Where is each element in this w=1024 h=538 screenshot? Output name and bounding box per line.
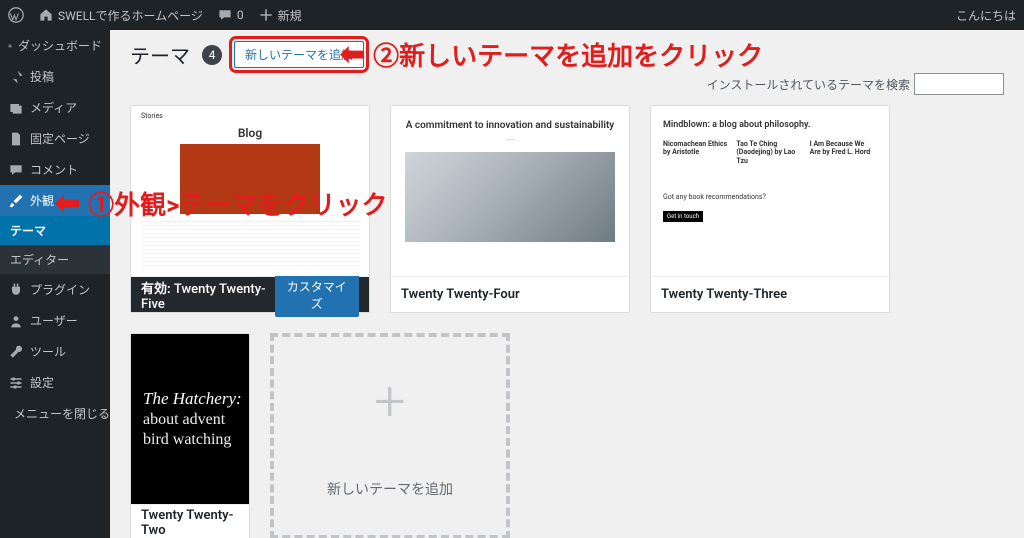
theme-search-row: インストールされているテーマを検索 [130,73,1004,95]
theme-thumbnail: A commitment to innovation and sustainab… [391,106,629,276]
wp-logo[interactable] [8,7,24,23]
thumb-subheading: bird watching [143,430,249,450]
media-icon [8,100,24,116]
plus-icon: + [374,373,406,429]
search-label: インストールされているテーマを検索 [707,76,910,93]
sidebar-item-tools[interactable]: ツール [0,336,110,367]
theme-card-twenty-twenty-five[interactable]: Stories Blog 有効: Twenty Twenty-Five カスタマ… [130,105,370,313]
page-title: テーマ [130,40,190,69]
thumb-cta-text: Got any book recommendations? [663,193,877,201]
page-icon [8,131,24,147]
sidebar-label: メディア [30,99,77,116]
sidebar-label: メニューを閉じる [14,405,110,422]
comment-icon [8,162,24,178]
sidebar-label: 設定 [30,374,54,391]
add-new-theme-button[interactable]: 新しいテーマを追加 [234,41,364,68]
sidebar-label: ツール [30,343,66,360]
site-home-link[interactable]: SWELLで作るホームページ [38,7,203,24]
plus-icon [258,7,274,23]
wordpress-icon [8,7,24,23]
thumb-col-title: I Am Because We Are by Fred L. Hord [810,140,877,157]
theme-card-twenty-twenty-three[interactable]: Mindblown: a blog about philosophy. Nico… [650,105,890,313]
thumb-col-title: Tao Te Ching (Daodejing) by Lao Tzu [736,140,803,165]
brush-icon [8,193,24,209]
admin-sidebar: ダッシュボード 投稿 メディア 固定ページ コメント 外観 テーマ エディター … [0,30,110,538]
theme-thumbnail: Mindblown: a blog about philosophy. Nico… [651,106,889,276]
comments-count: 0 [237,8,244,22]
sidebar-subitem-themes[interactable]: テーマ [0,216,110,245]
active-theme-label: 有効: Twenty Twenty-Five [141,278,275,312]
theme-card-twenty-twenty-four[interactable]: A commitment to innovation and sustainab… [390,105,630,313]
plugin-icon [8,282,24,298]
greeting[interactable]: こんにちは [956,7,1016,24]
wrench-icon [8,344,24,360]
thumb-text-lines [141,218,359,268]
comment-icon [217,7,233,23]
theme-search-input[interactable] [914,73,1004,95]
thumb-cta-button: Get in touch [663,211,703,222]
thumb-heading: The Hatchery: [143,388,249,409]
sidebar-item-posts[interactable]: 投稿 [0,61,110,92]
new-label: 新規 [278,7,302,24]
sidebar-item-media[interactable]: メディア [0,92,110,123]
sidebar-item-pages[interactable]: 固定ページ [0,123,110,154]
sidebar-label: 固定ページ [30,130,90,147]
sliders-icon [8,375,24,391]
user-icon [8,313,24,329]
sidebar-item-appearance[interactable]: 外観 [0,185,110,216]
admin-bar-left: SWELLで作るホームページ 0 新規 [8,7,302,24]
sidebar-label: ユーザー [30,312,78,329]
add-new-theme-tile[interactable]: + 新しいテーマを追加 [270,333,510,538]
theme-name: Twenty Twenty-Two [141,508,239,538]
theme-thumbnail: Stories Blog [131,106,369,276]
sidebar-label: 外観 [30,192,54,209]
sidebar-item-comments[interactable]: コメント [0,154,110,185]
page-header: テーマ 4 新しいテーマを追加 [130,40,1004,69]
theme-name: Twenty Twenty-Three [661,287,787,302]
thumb-image-placeholder [405,152,615,242]
theme-footer: Twenty Twenty-Four [391,276,629,312]
home-icon [38,7,54,23]
content-area: テーマ 4 新しいテーマを追加 インストールされているテーマを検索 Storie… [110,30,1024,538]
sidebar-item-plugins[interactable]: プラグイン [0,274,110,305]
thumb-columns: Nicomachean Ethics by Aristotle Tao Te C… [663,140,877,167]
theme-count-badge: 4 [202,45,222,65]
sidebar-appearance-submenu: テーマ エディター [0,216,110,274]
theme-footer: Twenty Twenty-Three [651,276,889,312]
dashboard-icon [8,38,12,54]
add-new-label: 新しいテーマを追加 [327,479,453,499]
theme-name: Twenty Twenty-Four [401,287,520,302]
sidebar-item-settings[interactable]: 設定 [0,367,110,398]
site-name: SWELLで作るホームページ [58,7,203,24]
thumb-heading: A commitment to innovation and sustainab… [405,120,615,131]
thumb-subheading: about advent [143,410,249,430]
theme-footer: Twenty Twenty-Two [131,504,249,538]
sidebar-item-users[interactable]: ユーザー [0,305,110,336]
thumb-heading: Blog [141,126,359,140]
sidebar-subitem-editor[interactable]: エディター [0,245,110,274]
thumb-subtext: …… [405,135,615,142]
themes-grid: Stories Blog 有効: Twenty Twenty-Five カスタマ… [130,105,1004,538]
theme-footer: 有効: Twenty Twenty-Five カスタマイズ [131,276,369,312]
sidebar-label: コメント [30,161,78,178]
sidebar-label: 投稿 [30,68,54,85]
sidebar-label: ダッシュボード [18,37,102,54]
thumb-heading: Mindblown: a blog about philosophy. [663,120,877,130]
sidebar-item-dashboard[interactable]: ダッシュボード [0,30,110,61]
customize-button[interactable]: カスタマイズ [275,273,359,317]
comments-link[interactable]: 0 [217,7,244,23]
thumb-text: Stories [141,112,359,120]
admin-bar: SWELLで作るホームページ 0 新規 こんにちは [0,0,1024,30]
thumb-col-title: Nicomachean Ethics by Aristotle [663,140,730,157]
pin-icon [8,69,24,85]
sidebar-label: プラグイン [30,281,90,298]
sidebar-collapse[interactable]: メニューを閉じる [0,398,110,429]
thumb-image-placeholder [180,144,320,214]
theme-card-twenty-twenty-two[interactable]: The Hatchery: about advent bird watching… [130,333,250,538]
new-content-link[interactable]: 新規 [258,7,302,24]
theme-thumbnail: The Hatchery: about advent bird watching [131,334,249,504]
greeting-text: こんにちは [956,7,1016,24]
